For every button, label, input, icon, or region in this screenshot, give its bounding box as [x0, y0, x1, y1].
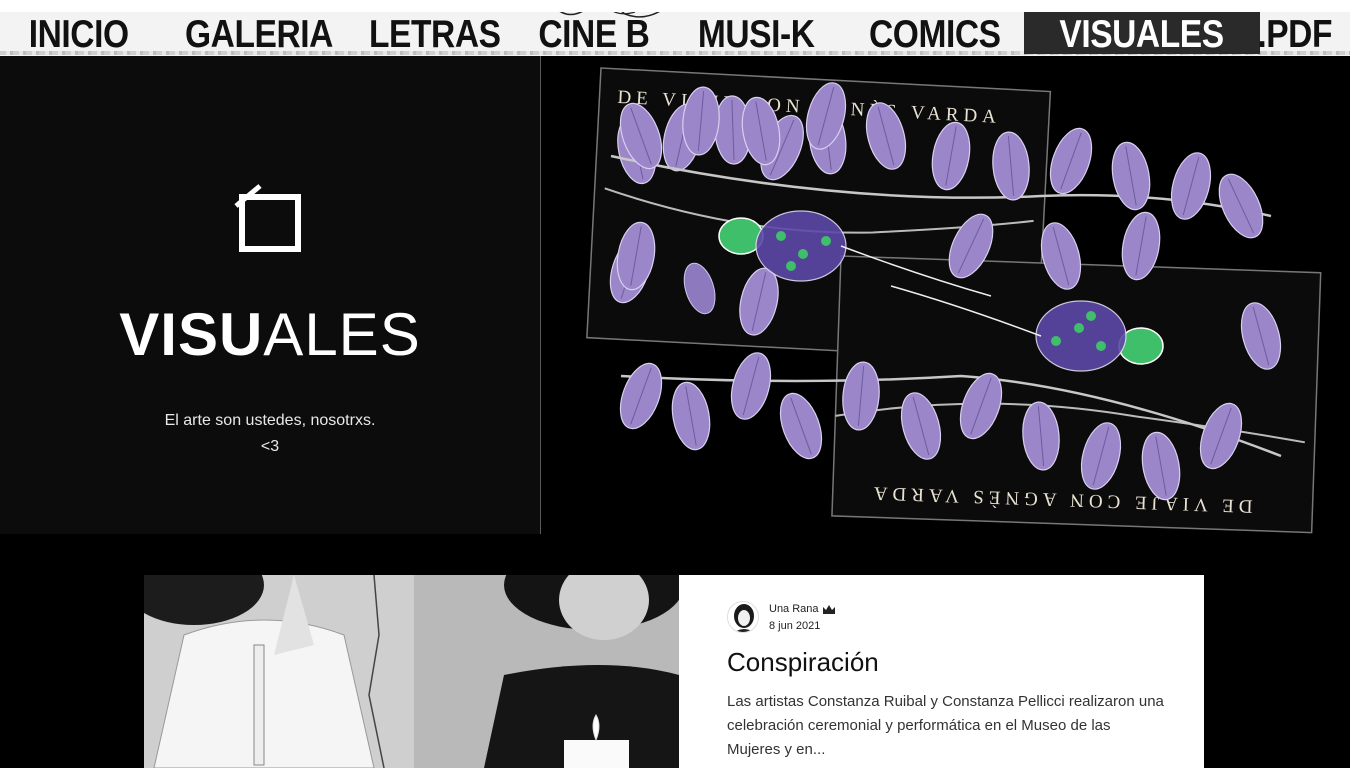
post-excerpt: Las artistas Constanza Ruibal y Constanz…: [727, 693, 1164, 758]
post-cover-image[interactable]: [144, 575, 679, 768]
hero-panel: [0, 56, 540, 534]
page-subtitle-line2: <3: [260, 438, 280, 455]
nav-item-comics[interactable]: COMICS: [869, 12, 1001, 56]
nav-item-musi-k[interactable]: MUSI-K: [696, 12, 816, 56]
post-title[interactable]: Conspiración: [727, 647, 879, 678]
nav-item-letras[interactable]: LETRAS: [369, 12, 501, 56]
frame-icon: [234, 184, 301, 252]
post-date: 8 jun 2021: [769, 620, 821, 632]
crown-icon: [823, 605, 835, 614]
post-photo: [144, 575, 679, 768]
hero-artwork: DE VIAJE CON AGNÈS VARDA DE VIAJE CON AG…: [541, 56, 1350, 534]
post-body: Una Rana 8 jun 2021 Conspiración Las art…: [679, 575, 1204, 768]
nav-item-cine-b[interactable]: CINE B: [538, 12, 650, 56]
page-title: VISUALES: [0, 300, 540, 369]
nav-item-visuales[interactable]: VISUALES: [1024, 12, 1260, 56]
page-subtitle: El arte son ustedes, nosotrxs. <3: [0, 408, 540, 460]
blog-post-card[interactable]: Una Rana 8 jun 2021 Conspiración Las art…: [144, 575, 1204, 768]
author-avatar[interactable]: [727, 601, 759, 633]
nav-item-inicio[interactable]: INICIO: [0, 12, 133, 56]
page-title-strong: VISU: [119, 301, 264, 368]
top-nav: INICIO GALERIA LETRAS CINE B MUSI-K COMI…: [0, 0, 1350, 56]
page-subtitle-line1: El arte son ustedes, nosotrxs.: [164, 412, 376, 429]
author-name[interactable]: Una Rana: [769, 603, 819, 615]
nav-item-pdf[interactable]: .PDF: [1256, 12, 1333, 56]
artwork-collage: DE VIAJE CON AGNÈS VARDA DE VIAJE CON AG…: [586, 67, 1322, 534]
page-title-light: ALES: [263, 301, 421, 368]
nav-item-galeria[interactable]: GALERIA: [185, 12, 333, 56]
